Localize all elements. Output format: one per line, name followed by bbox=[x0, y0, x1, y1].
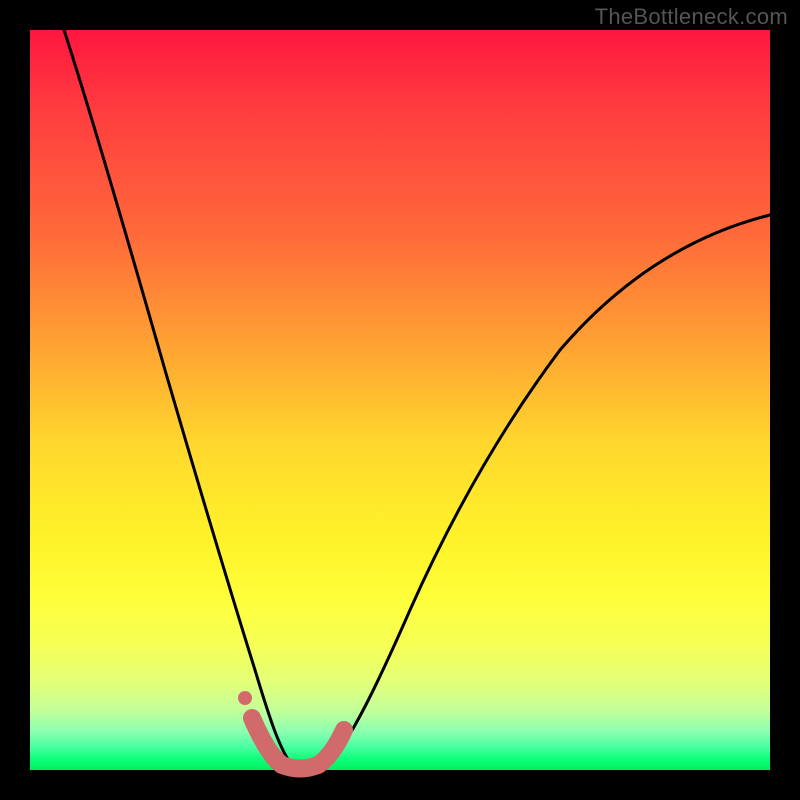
optimal-zone-marker-dot bbox=[238, 691, 252, 705]
chart-frame: TheBottleneck.com bbox=[0, 0, 800, 800]
chart-overlay bbox=[30, 30, 770, 770]
watermark-text: TheBottleneck.com bbox=[595, 4, 788, 30]
bottleneck-curve bbox=[64, 30, 770, 770]
optimal-zone-marker-segment bbox=[252, 718, 344, 769]
